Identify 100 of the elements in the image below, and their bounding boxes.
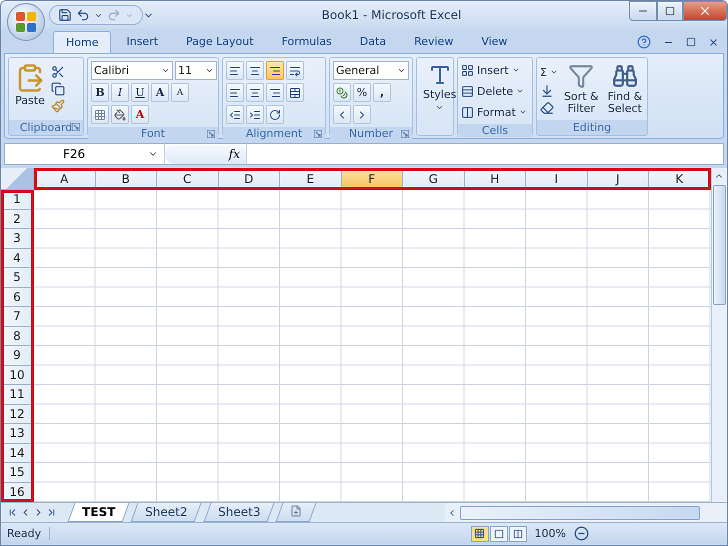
close-icon[interactable] [708,36,719,48]
help-icon[interactable] [637,35,651,49]
sheet-tab[interactable]: Sheet3 [203,503,274,522]
row-header[interactable]: 8 [1,326,34,346]
new-sheet-icon[interactable] [290,504,302,516]
align-center-icon[interactable] [249,86,261,98]
column-header[interactable]: K [649,168,710,190]
number-format-field[interactable]: General [333,61,409,80]
fill-bucket-icon[interactable] [114,108,126,120]
merge-button[interactable] [286,83,304,102]
cells-button[interactable]: Insert [461,61,520,79]
row-header[interactable]: 11 [1,385,34,404]
page-break-view-button[interactable] [508,526,527,542]
cells-button[interactable]: Format [461,103,527,121]
row-header[interactable]: 12 [1,404,34,424]
normal-view-button[interactable] [470,526,489,542]
comma-button[interactable]: , [373,83,391,102]
caret-icon[interactable] [435,103,444,112]
column-header[interactable]: E [280,168,342,190]
row-header[interactable]: 7 [1,307,34,326]
ribbon-tab[interactable]: Data [346,30,400,53]
caret-icon[interactable] [516,87,524,95]
decrease-decimal-button[interactable] [353,105,371,124]
align-right-icon[interactable] [269,86,281,98]
caret-icon[interactable] [518,108,527,116]
column-header[interactable]: H [464,168,526,190]
caret-icon[interactable] [550,68,558,76]
font-color-button[interactable]: A [131,105,149,124]
underline-button[interactable]: U [131,83,149,102]
shrink-font-button[interactable]: A [171,83,189,102]
find-select-button[interactable]: Find & Select [604,61,646,117]
row-header[interactable]: 14 [1,444,34,463]
ribbon-tab[interactable]: Home [53,31,112,53]
ribbon-tab[interactable]: View [468,30,520,53]
currency-button[interactable] [333,83,351,102]
row-header[interactable]: 3 [1,229,34,248]
page-icon[interactable] [494,528,504,538]
currency-icon[interactable] [336,86,348,98]
row-header[interactable]: 13 [1,424,34,444]
dialog-launcher-icon[interactable] [72,123,80,131]
zoom-level[interactable]: 100% [534,527,566,540]
close-icon[interactable] [698,4,712,18]
align-top-button[interactable] [226,61,244,80]
close-button[interactable] [683,1,727,21]
sheet-tab[interactable]: TEST [68,503,130,522]
orientation-button[interactable] [266,105,284,124]
borders-button[interactable] [91,105,109,124]
font-size-field[interactable]: 11 [175,61,217,80]
ribbon-tab[interactable]: Review [401,30,466,53]
dialog-launcher-icon[interactable] [401,130,409,138]
wrap-text-button[interactable] [286,61,304,80]
office-button[interactable] [7,3,45,41]
grid-icon[interactable] [474,528,486,539]
row-header[interactable]: 1 [1,190,34,210]
row-header[interactable]: 6 [1,288,34,307]
maximize-icon[interactable] [665,6,675,16]
increase-decimal-button[interactable] [333,105,351,124]
paste-button[interactable]: Paste [12,61,48,117]
merge-cells-icon[interactable] [289,86,301,98]
orientation-icon[interactable] [269,108,281,120]
decrease-indent-icon[interactable] [229,108,241,120]
copy-icon[interactable] [51,82,65,96]
fill-icon[interactable] [540,84,554,98]
ribbon-tab[interactable]: Page Layout [173,30,267,53]
funnel-icon[interactable] [568,63,594,89]
autosum-button[interactable]: Σ [540,63,558,81]
row-header[interactable]: 4 [1,248,34,268]
align-middle-button[interactable] [246,61,264,80]
wrap-text-icon[interactable] [289,64,301,76]
column-header[interactable]: I [526,168,588,190]
row-header[interactable]: 15 [1,463,34,482]
align-right-button[interactable] [266,83,284,102]
column-header[interactable]: A [34,168,96,190]
italic-button[interactable]: I [111,83,129,102]
maximize-button[interactable] [657,1,683,21]
percent-button[interactable]: % [353,83,371,102]
ribbon-tab[interactable]: Formulas [268,30,345,53]
align-left-icon[interactable] [229,86,241,98]
cells-button[interactable]: Delete [461,82,524,100]
last-sheet-icon[interactable] [46,507,57,518]
increase-indent-icon[interactable] [249,108,261,120]
caret-icon[interactable] [161,66,170,75]
page-break-icon[interactable] [512,528,523,538]
align-middle-icon[interactable] [249,64,261,76]
column-header[interactable]: J [588,168,649,190]
row-header[interactable]: 10 [1,366,34,385]
fill-color-button[interactable] [111,105,129,124]
decrease-indent-button[interactable] [226,105,244,124]
column-header[interactable]: D [218,168,280,190]
row-header[interactable]: 2 [1,210,34,229]
clear-icon[interactable] [540,101,554,115]
borders-icon[interactable] [94,108,106,120]
styles-button[interactable]: Styles [420,61,460,132]
insert-sheet-button[interactable] [275,503,316,522]
sheet-tab[interactable]: Sheet2 [130,503,202,522]
save-icon[interactable] [58,8,72,22]
column-header[interactable]: G [403,168,464,190]
column-header[interactable]: B [96,168,157,190]
vertical-scrollbar[interactable] [710,168,727,502]
restore-icon[interactable] [686,37,696,47]
